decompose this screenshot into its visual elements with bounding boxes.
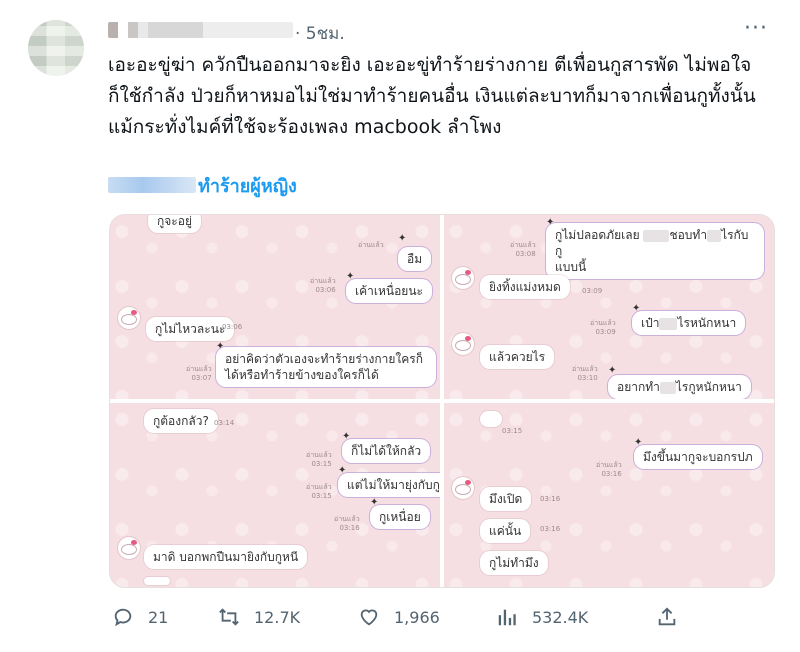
read-receipt: อ่านแล้ว 03:07: [186, 365, 212, 382]
chat-message: แค่นั้น: [480, 519, 531, 543]
hashtag-link[interactable]: ทำร้ายผู้หญิง: [198, 171, 297, 200]
read-receipt: อ่านแล้ว 03:15: [306, 451, 332, 468]
reply-count: 21: [148, 607, 169, 627]
retweet-icon: [219, 608, 239, 626]
hello-kitty-avatar-icon: [452, 477, 474, 499]
chat-screenshot-1[interactable]: กูจะอยู่ อ่านแล้ว ✦ อืม อ่านแล้ว 03:06 ✦ …: [110, 215, 440, 399]
chat-message: อยากทำ ไรกูหนักหนา: [608, 375, 751, 399]
read-receipt: อ่านแล้ว 03:09: [590, 319, 616, 336]
message-time: 03:14: [214, 419, 235, 427]
read-receipt: อ่านแล้ว 03:16: [334, 515, 360, 532]
message-time: 03:09: [582, 287, 603, 295]
share-icon: [658, 607, 676, 626]
read-receipt: อ่านแล้ว 03:06: [310, 277, 336, 294]
hello-kitty-avatar-icon: [118, 307, 140, 329]
redacted-text: [659, 381, 676, 394]
chat-message: แล้วควยไร: [480, 345, 555, 369]
read-receipt: อ่านแล้ว: [358, 241, 384, 249]
redacted-text: [707, 229, 722, 242]
views-count: 532.4K: [532, 607, 589, 627]
message-time: 03:16: [540, 495, 561, 503]
chat-message: มึงเปิด: [480, 487, 532, 511]
hello-kitty-avatar-icon: [118, 537, 140, 559]
tweet-media[interactable]: กูจะอยู่ อ่านแล้ว ✦ อืม อ่านแล้ว 03:06 ✦ …: [109, 214, 775, 588]
views-icon: [498, 609, 516, 626]
chat-message: กูต้องกลัว?: [144, 409, 218, 433]
message-time: 03:06: [222, 323, 243, 331]
chat-message: กูเหนื่อย: [370, 505, 430, 529]
heart-icon: [360, 609, 378, 626]
chat-message: อย่าคิดว่าตัวเองจะทำร้ายร่างกายใครก็ ได้ห…: [216, 347, 436, 387]
chat-message: ก็ไม่ได้ให้กลัว: [342, 439, 431, 463]
more-options-button[interactable]: ···: [744, 16, 768, 41]
chat-message: อืม: [398, 247, 432, 271]
chat-message: แต่ไม่ให้มายุ่งกับกู: [338, 473, 440, 497]
hello-kitty-avatar-icon: [452, 333, 474, 355]
tweet-timestamp[interactable]: · 5ชม.: [295, 20, 345, 47]
hello-kitty-avatar-icon: [452, 267, 474, 289]
read-receipt: อ่านแล้ว 03:16: [596, 461, 622, 478]
message-time: 03:16: [540, 525, 561, 533]
media-divider: [110, 399, 774, 403]
chat-message: เค้าเหนื่อยนะ: [346, 279, 432, 303]
chat-message-partial: [144, 577, 170, 585]
reply-icon: [114, 608, 132, 627]
chat-screenshot-4[interactable]: 03:15 อ่านแล้ว 03:16 ✦ มึงขึ้นมากูจะบอกรป…: [444, 403, 774, 587]
hashtag-row: ทำร้ายผู้หญิง: [108, 172, 297, 198]
chat-message: กูจะอยู่: [148, 215, 201, 233]
read-receipt: อ่านแล้ว 03:08: [510, 241, 536, 258]
chat-message: ยิงทิ้งแม่งหมด: [480, 275, 570, 299]
read-receipt: อ่านแล้ว 03:15: [306, 483, 332, 500]
tweet-action-bar: 21 12.7K 1,966 532.4K: [108, 606, 688, 636]
sticker-message: [480, 411, 502, 427]
chat-message: กูไม่ทำมึง: [480, 551, 548, 575]
retweet-button[interactable]: 12.7K: [218, 606, 300, 628]
redacted-text: [643, 229, 670, 242]
tweet-text: เอะอะขู่ฆ่า ควักปืนออกมาจะยิง เอะอะขู่ทำ…: [108, 54, 756, 138]
message-time: 03:15: [502, 427, 523, 435]
user-name-redacted[interactable]: [108, 22, 293, 38]
like-button[interactable]: 1,966: [358, 606, 440, 628]
chat-message: มึงขึ้นมากูจะบอกรปภ: [634, 445, 762, 469]
views-button[interactable]: 532.4K: [496, 606, 588, 628]
chat-screenshot-2[interactable]: อ่านแล้ว 03:08 ✦ กูไม่ปลอดภัยเลย ชอบทำ ไรก…: [444, 215, 774, 399]
read-receipt: อ่านแล้ว 03:10: [572, 365, 598, 382]
user-avatar[interactable]: [28, 20, 84, 76]
sparkle-icon: ✦: [398, 233, 407, 244]
hashtag-redacted: [108, 177, 196, 193]
chat-message: มาดิ บอกพกปืนมายิงกับกูหนี: [144, 545, 308, 569]
chat-message: กูไม่ปลอดภัยเลย ชอบทำ ไรกับกู แบบนี้: [546, 223, 764, 279]
retweet-count: 12.7K: [254, 607, 301, 627]
chat-message: เป๋า ไรหนักหนา: [632, 311, 746, 335]
chat-screenshot-3[interactable]: กูต้องกลัว? 03:14 อ่านแล้ว 03:15 ✦ ก็ไม่ไ…: [110, 403, 440, 587]
share-button[interactable]: [656, 606, 692, 628]
like-count: 1,966: [394, 607, 440, 627]
redacted-text: [659, 317, 678, 330]
reply-button[interactable]: 21: [112, 606, 168, 628]
